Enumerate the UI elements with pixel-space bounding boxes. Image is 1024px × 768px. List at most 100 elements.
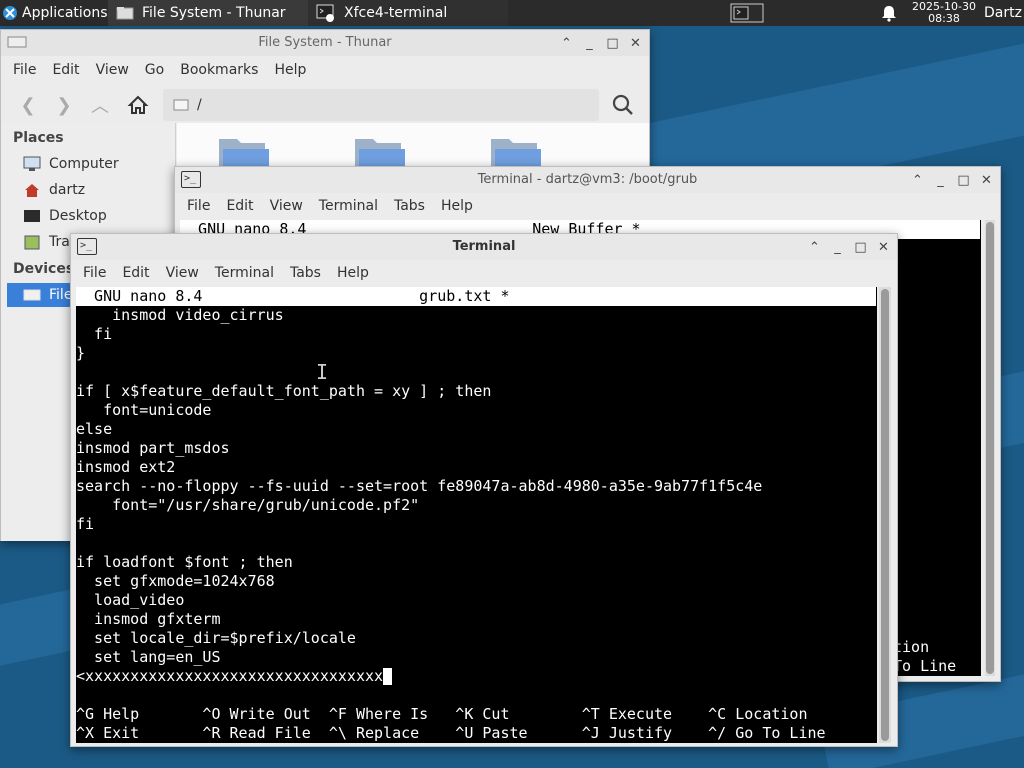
menu-help[interactable]: Help xyxy=(274,62,306,78)
user-menu[interactable]: Dartz xyxy=(984,0,1022,26)
editor-line: insmod video_cirrus xyxy=(76,306,284,324)
taskbar-item-label: Xfce4-terminal xyxy=(344,5,448,21)
editor-line: font="/usr/share/grub/unicode.pf2" xyxy=(76,496,420,514)
places-header: Places xyxy=(13,130,64,146)
sidebar-item-desktop[interactable]: Desktop xyxy=(1,204,176,228)
trash-icon xyxy=(24,235,40,250)
close-icon[interactable]: ✕ xyxy=(628,34,643,52)
minimize-icon[interactable]: _ xyxy=(582,34,597,52)
menu-terminal[interactable]: Terminal xyxy=(319,198,378,214)
taskbar-item-terminal[interactable]: Xfce4-terminal xyxy=(308,0,508,26)
editor-line: insmod gfxterm xyxy=(76,610,221,628)
menu-file[interactable]: File xyxy=(83,265,106,281)
menu-edit[interactable]: Edit xyxy=(52,62,79,78)
devices-header: Devices xyxy=(13,261,75,277)
minimize-up-icon[interactable]: ⌃ xyxy=(910,171,925,189)
ibeam-cursor-icon: I xyxy=(316,360,329,384)
minimize-icon[interactable]: _ xyxy=(933,171,948,189)
notification-bell-icon[interactable] xyxy=(880,4,898,22)
minimize-up-icon[interactable]: ⌃ xyxy=(559,34,574,52)
menu-tabs[interactable]: Tabs xyxy=(394,198,425,214)
menu-go[interactable]: Go xyxy=(145,62,164,78)
sidebar-item-computer[interactable]: Computer xyxy=(1,152,176,176)
editor-line-current: <xxxxxxxxxxxxxxxxxxxxxxxxxxxxxxxxx xyxy=(76,667,393,686)
menu-terminal[interactable]: Terminal xyxy=(215,265,274,281)
sidebar-item-dartz[interactable]: dartz xyxy=(1,178,176,202)
editor-line: set lang=en_US xyxy=(76,648,221,666)
editor-line: set locale_dir=$prefix/locale xyxy=(76,629,356,647)
scrollbar-thumb[interactable] xyxy=(881,289,889,741)
menu-view[interactable]: View xyxy=(166,265,199,281)
terminal-scrollbar[interactable] xyxy=(879,287,891,743)
menu-edit[interactable]: Edit xyxy=(122,265,149,281)
home-folder-icon xyxy=(25,184,39,197)
maximize-icon[interactable]: □ xyxy=(605,34,620,52)
drive-icon xyxy=(23,289,41,301)
folder-icon xyxy=(116,7,134,20)
editor-line: load_video xyxy=(76,591,185,609)
current-line-text: <xxxxxxxxxxxxxxxxxxxxxxxxxxxxxxxxx xyxy=(76,667,384,685)
panel-clock[interactable]: 2025-10-30 08:38 xyxy=(906,1,982,25)
terminal-screen[interactable]: GNU nano 8.4 grub.txt * insmod video_cir… xyxy=(76,287,877,743)
nano-header: GNU nano 8.4 grub.txt * xyxy=(76,287,876,306)
sidebar-item-label: Desktop xyxy=(49,208,107,224)
terminal-window-nano: >_ Terminal ⌃ _ □ ✕ File Edit View Termi… xyxy=(70,233,898,747)
thunar-titlebar[interactable]: File System - Thunar ⌃ _ □ ✕ xyxy=(1,30,649,56)
editor-line: insmod part_msdos xyxy=(76,439,230,457)
menu-file[interactable]: File xyxy=(187,198,210,214)
forward-arrow-icon[interactable]: ❯ xyxy=(53,94,75,116)
menu-help[interactable]: Help xyxy=(337,265,369,281)
minimize-icon[interactable]: _ xyxy=(830,238,845,256)
sidebar-item-label: File xyxy=(49,287,73,303)
thunar-menubar: File Edit View Go Bookmarks Help xyxy=(1,58,649,82)
location-bar[interactable]: / xyxy=(163,89,599,121)
editor-line: fi xyxy=(76,325,113,343)
desktop-icon xyxy=(24,210,40,222)
close-icon[interactable]: ✕ xyxy=(979,171,994,189)
top-panel: Applications File System - Thunar Xfce4-… xyxy=(0,0,1024,26)
applications-label: Applications xyxy=(22,5,108,21)
terminal-titlebar[interactable]: >_ Terminal ⌃ _ □ ✕ xyxy=(71,234,897,260)
taskbar-item-label: File System - Thunar xyxy=(142,5,286,21)
editor-line: if [ x$feature_default_font_path = xy ] … xyxy=(76,382,492,400)
nano-shortcuts-row1: ^G Help ^O Write Out ^F Where Is ^K Cut … xyxy=(76,705,808,723)
window-title: Terminal - dartz@vm3: /boot/grub xyxy=(477,172,698,187)
up-arrow-icon[interactable]: ︿ xyxy=(89,94,111,117)
applications-menu-button[interactable]: Applications xyxy=(0,0,108,26)
workspace-switcher-icon[interactable] xyxy=(730,3,764,23)
sidebar-item-label: dartz xyxy=(49,182,86,198)
menu-tabs[interactable]: Tabs xyxy=(290,265,321,281)
menu-view[interactable]: View xyxy=(270,198,303,214)
editor-line: font=unicode xyxy=(76,401,212,419)
menu-bookmarks[interactable]: Bookmarks xyxy=(180,62,258,78)
close-icon[interactable]: ✕ xyxy=(876,238,891,256)
terminal-scrollbar[interactable] xyxy=(985,220,995,676)
nano-shortcuts-row2: ^X Exit ^R Read File ^\ Replace ^U Paste… xyxy=(76,724,826,742)
text-cursor xyxy=(383,668,393,685)
minimize-up-icon[interactable]: ⌃ xyxy=(807,238,822,256)
shortcut-fragment: tion xyxy=(893,638,930,656)
search-icon[interactable] xyxy=(611,93,635,117)
terminal-icon xyxy=(316,4,334,22)
scrollbar-thumb[interactable] xyxy=(986,222,994,674)
back-arrow-icon[interactable]: ❮ xyxy=(17,94,39,116)
editor-line: if loadfont $font ; then xyxy=(76,553,293,571)
taskbar-item-thunar[interactable]: File System - Thunar xyxy=(108,0,308,26)
menu-file[interactable]: File xyxy=(13,62,36,78)
home-icon[interactable] xyxy=(127,94,149,116)
terminal-menubar: File Edit View Terminal Tabs Help xyxy=(175,194,1000,218)
maximize-icon[interactable]: □ xyxy=(853,238,868,256)
menu-help[interactable]: Help xyxy=(441,198,473,214)
shortcut-fragment: To Line xyxy=(893,657,957,675)
clock-time: 08:38 xyxy=(928,12,960,25)
window-title: Terminal xyxy=(452,239,516,254)
menu-view[interactable]: View xyxy=(96,62,129,78)
editor-line: set gfxmode=1024x768 xyxy=(76,572,275,590)
terminal-titlebar[interactable]: >_ Terminal - dartz@vm3: /boot/grub ⌃ _ … xyxy=(175,167,1000,193)
maximize-icon[interactable]: □ xyxy=(956,171,971,189)
xfce-logo-icon xyxy=(3,6,17,20)
editor-line: search --no-floppy --fs-uuid --set=root … xyxy=(76,477,763,495)
menu-edit[interactable]: Edit xyxy=(226,198,253,214)
drive-icon xyxy=(173,99,189,111)
sidebar-item-label: Computer xyxy=(49,156,119,172)
